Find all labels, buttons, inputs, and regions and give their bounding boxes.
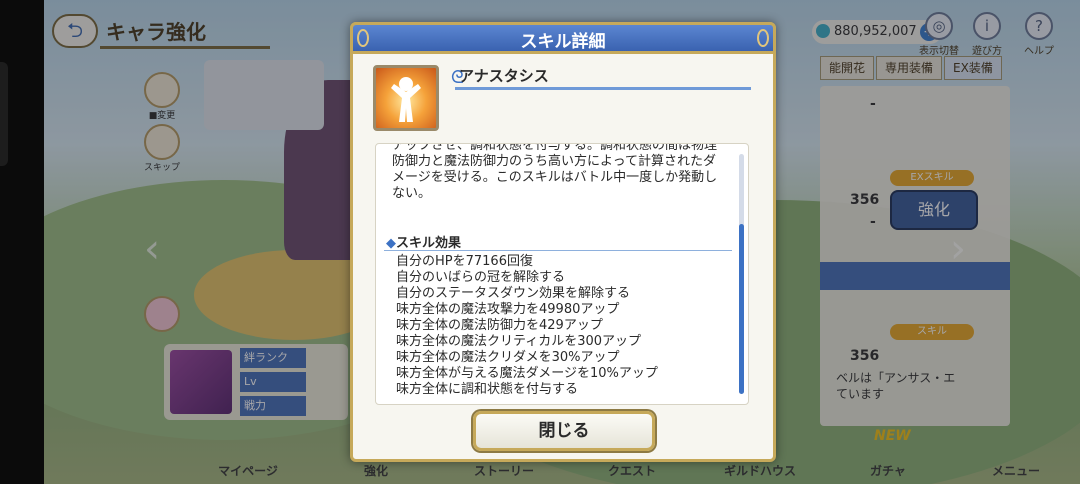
ornament-icon: [757, 29, 769, 47]
skill-description-box[interactable]: アップさせ、調和状態を付与する。調和状態の間は物理防御力と魔法防御力のうち高い方…: [375, 143, 749, 405]
effect-item: 自分のHPを77166回復: [396, 254, 533, 269]
effect-item: 味方全体の魔法クリダメを30%アップ: [396, 350, 620, 365]
skill-description: アップさせ、調和状態を付与する。調和状態の間は物理防御力と魔法防御力のうち高い方…: [392, 143, 718, 201]
effect-item: 味方全体の魔法防御力を429アップ: [396, 318, 603, 333]
scrollbar-track[interactable]: [739, 154, 744, 394]
device-notch: [0, 62, 8, 166]
scrollbar-thumb[interactable]: [739, 224, 744, 394]
effect-item: 味方全体が与える魔法ダメージを10%アップ: [396, 366, 658, 381]
effects-heading-text: スキル効果: [396, 236, 462, 251]
effects-heading: ◆スキル効果: [386, 232, 461, 251]
dialog-header: スキル詳細: [350, 22, 776, 54]
close-button[interactable]: 閉じる: [473, 411, 655, 451]
effects-divider: [384, 250, 732, 251]
skill-detail-dialog: スキル詳細 ᘓ アナスタシス アップさせ、調和状態を付与する。調和状態の間は物理…: [350, 22, 776, 462]
effect-item: 味方全体の魔法攻撃力を49980アップ: [396, 302, 620, 317]
effect-item: 味方全体の魔法クリティカルを300アップ: [396, 334, 642, 349]
dialog-title: スキル詳細: [520, 32, 606, 52]
effect-item: 自分のいばらの冠を解除する: [396, 270, 566, 285]
skill-name-underline: [455, 87, 751, 90]
effects-list: 自分のHPを77166回復 自分のいばらの冠を解除する 自分のステータスダウン効…: [396, 254, 730, 398]
heal-burst-icon: [373, 65, 439, 131]
skill-name: アナスタシス: [459, 67, 549, 85]
effect-item: 味方全体に調和状態を付与する: [396, 382, 579, 397]
effect-item: 自分のステータスダウン効果を解除する: [396, 286, 631, 301]
diamond-bullet-icon: ◆: [386, 236, 396, 251]
